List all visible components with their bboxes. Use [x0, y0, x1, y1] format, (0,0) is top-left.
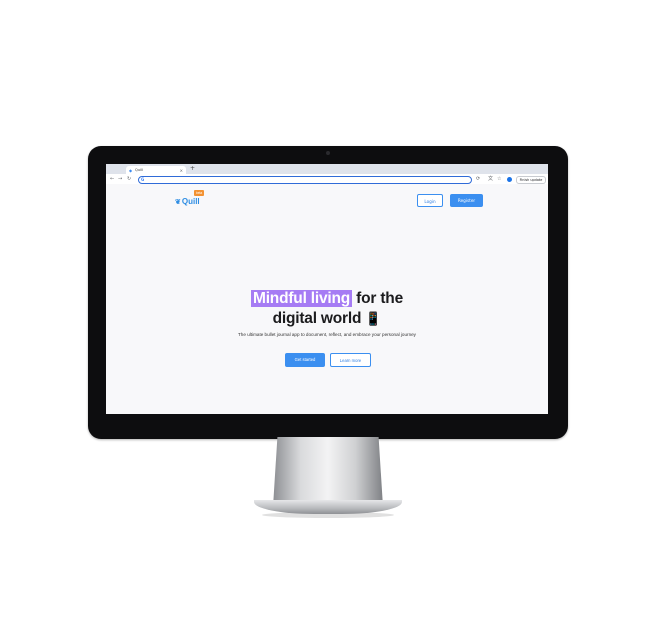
monitor: ◆ Quill × + ← → ↻ G ⟳ 文 ☆ Finish update …	[88, 146, 568, 439]
finish-update-button[interactable]: Finish update	[516, 176, 546, 184]
headline-line2: digital world	[272, 310, 362, 327]
back-icon[interactable]: ←	[110, 175, 114, 183]
quill-logo[interactable]: ❦Quill	[175, 197, 200, 206]
browser-tab[interactable]: ◆ Quill ×	[126, 166, 186, 174]
reload-icon[interactable]: ↻	[127, 175, 131, 183]
tab-title: Quill	[135, 168, 143, 172]
google-icon: G	[141, 176, 145, 182]
bookmark-icon[interactable]: ☆	[497, 175, 501, 183]
translate-icon[interactable]: 文	[488, 175, 493, 183]
hero-headline-line2: digital world 📱	[106, 309, 548, 328]
headline-highlight: Mindful living	[250, 290, 353, 307]
hero-subtitle: The ultimate bullet journal app to docum…	[238, 332, 416, 337]
screen: ◆ Quill × + ← → ↻ G ⟳ 文 ☆ Finish update …	[106, 164, 548, 414]
favicon-icon: ◆	[129, 168, 133, 173]
web-page: ❦Quill beta Login Register Mindful livin…	[106, 184, 548, 414]
monitor-stand-neck	[273, 437, 383, 507]
register-button[interactable]: Register	[450, 194, 483, 207]
webcam	[326, 151, 330, 155]
hero-headline-line1: Mindful living for the	[106, 289, 548, 308]
login-button[interactable]: Login	[417, 194, 443, 207]
new-tab-button[interactable]: +	[190, 165, 195, 173]
learn-more-button[interactable]: Learn more	[330, 353, 371, 367]
address-bar[interactable]: G	[138, 175, 472, 184]
feather-icon: ❦	[175, 199, 181, 206]
extensions-icon[interactable]: ⟳	[476, 175, 480, 183]
profile-avatar[interactable]	[507, 176, 512, 182]
get-started-button[interactable]: Get started	[285, 353, 325, 367]
close-tab-icon[interactable]: ×	[180, 168, 183, 173]
beta-badge: beta	[194, 190, 205, 196]
phone-icon: 📱	[365, 311, 382, 326]
forward-icon[interactable]: →	[118, 175, 122, 183]
headline-rest: for the	[356, 290, 403, 307]
browser-tab-bar: ◆ Quill × +	[106, 164, 548, 174]
logo-text: Quill	[181, 197, 200, 206]
monitor-stand-base	[254, 500, 402, 514]
